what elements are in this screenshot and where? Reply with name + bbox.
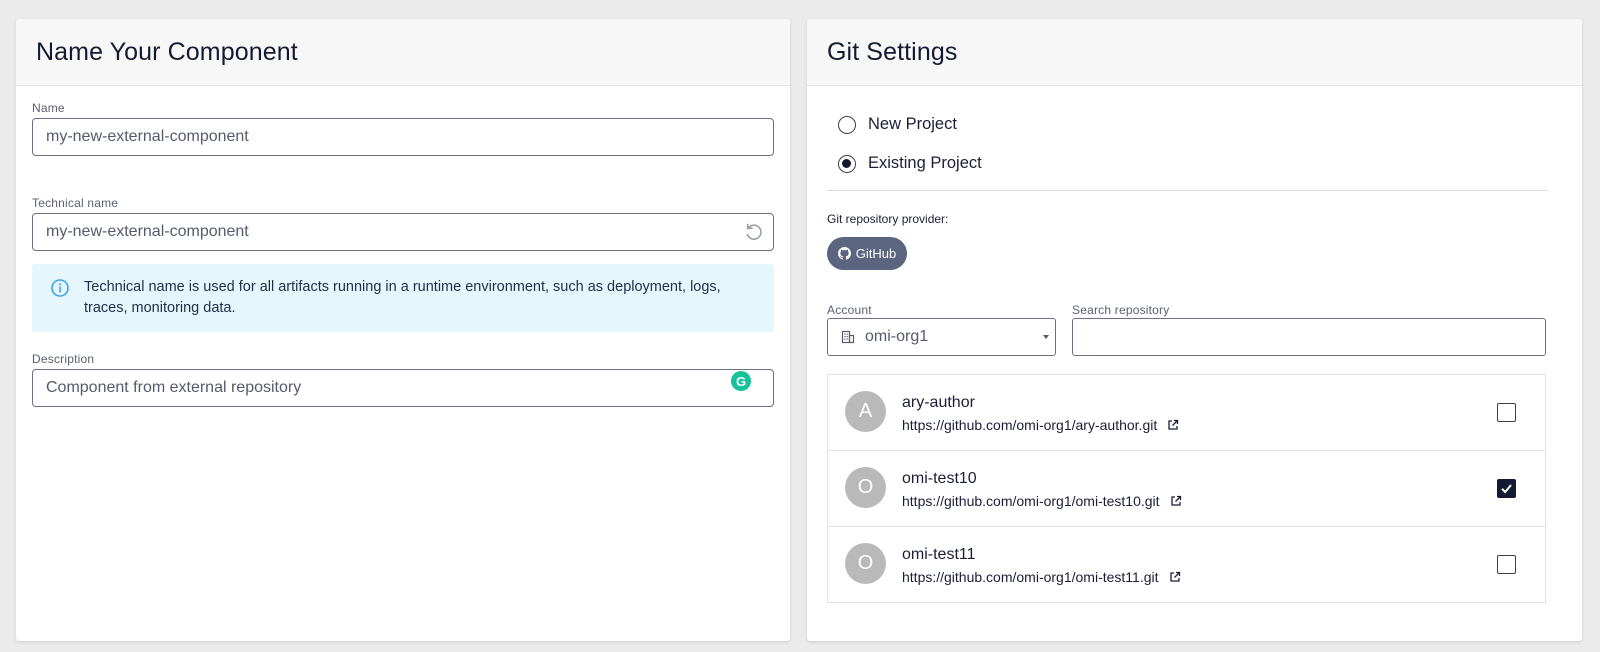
name-component-panel: Name Your Component Name my-new-external… [16,19,790,641]
building-icon [841,330,855,344]
avatar: O [845,467,886,508]
repo-url-text: https://github.com/omi-org1/ary-author.g… [902,417,1158,433]
info-icon [51,279,69,297]
description-input[interactable]: Component from external repository G [32,369,774,407]
name-input-value: my-new-external-component [46,128,249,145]
avatar: A [845,391,886,432]
external-link-icon[interactable] [1167,419,1179,431]
technical-name-value: my-new-external-component [46,223,249,240]
repo-url-text: https://github.com/omi-org1/omi-test10.g… [902,493,1160,509]
radio-button[interactable] [838,115,856,134]
account-select[interactable]: omi-org1 [827,318,1056,356]
search-repository-input[interactable] [1072,318,1546,356]
repo-url: https://github.com/omi-org1/omi-test11.g… [902,569,1181,585]
repo-checkbox[interactable] [1497,479,1516,498]
name-label: Name [32,101,65,115]
account-value: omi-org1 [865,328,929,345]
avatar: O [845,543,886,584]
description-value: Component from external repository [46,379,302,396]
account-label: Account [827,303,872,317]
repo-checkbox[interactable] [1497,555,1516,574]
github-button-label: GitHub [855,246,897,261]
check-icon [1501,484,1512,494]
grammarly-icon[interactable]: G [731,371,751,391]
repo-url: https://github.com/omi-org1/omi-test10.g… [902,493,1182,509]
panel-title: Name Your Component [36,37,298,66]
technical-name-label: Technical name [32,196,119,210]
search-label: Search repository [1072,303,1170,317]
list-item[interactable]: A ary-author https://github.com/omi-org1… [828,375,1545,451]
chevron-down-icon [1043,335,1049,339]
repo-name: omi-test10 [902,470,977,487]
technical-name-input[interactable]: my-new-external-component [32,213,774,251]
radio-new-project[interactable]: New Project [838,115,957,134]
repository-list: A ary-author https://github.com/omi-org1… [827,374,1546,603]
panel-title: Git Settings [827,37,958,66]
repo-url-text: https://github.com/omi-org1/omi-test11.g… [902,569,1159,585]
radio-button[interactable] [838,154,856,173]
repo-name: omi-test11 [902,546,976,563]
github-provider-button[interactable]: GitHub [827,237,907,270]
provider-label: Git repository provider: [827,212,949,226]
repo-checkbox[interactable] [1497,403,1516,422]
info-text: Technical name is used for all artifacts… [84,279,721,316]
list-item[interactable]: O omi-test11 https://github.com/omi-org1… [828,527,1545,602]
radio-label: Existing Project [868,154,982,172]
reset-icon[interactable] [743,222,763,242]
panel-header: Git Settings [807,19,1582,86]
external-link-icon[interactable] [1170,495,1182,507]
external-link-icon[interactable] [1169,571,1181,583]
list-item[interactable]: O omi-test10 https://github.com/omi-org1… [828,451,1545,527]
radio-label: New Project [868,115,957,133]
repo-url: https://github.com/omi-org1/ary-author.g… [902,417,1179,433]
technical-name-info: Technical name is used for all artifacts… [32,264,774,332]
divider [827,190,1548,191]
radio-existing-project[interactable]: Existing Project [838,154,982,173]
name-input[interactable]: my-new-external-component [32,118,774,156]
description-label: Description [32,352,95,366]
panel-header: Name Your Component [16,19,790,86]
repo-name: ary-author [902,394,975,411]
git-settings-panel: Git Settings New Project Existing Projec… [807,19,1582,641]
github-icon [837,247,851,260]
